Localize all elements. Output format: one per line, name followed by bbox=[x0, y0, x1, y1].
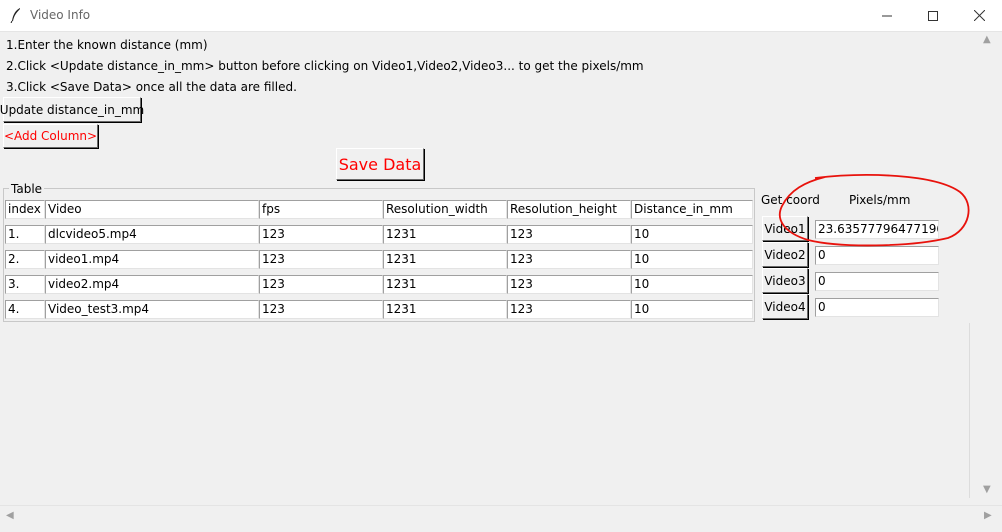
header-fps[interactable]: fps bbox=[259, 200, 383, 219]
feather-icon bbox=[10, 8, 20, 23]
row-2-res-height[interactable]: 123 bbox=[507, 250, 631, 269]
row-2-index[interactable]: 2. bbox=[5, 250, 45, 269]
scroll-left-icon[interactable]: ◀ bbox=[6, 510, 14, 521]
row-2-fps[interactable]: 123 bbox=[259, 250, 383, 269]
scroll-up-icon[interactable]: ▲ bbox=[983, 34, 991, 45]
minimize-icon bbox=[882, 15, 892, 16]
row-3-index[interactable]: 3. bbox=[5, 275, 45, 294]
horizontal-scrollbar[interactable]: ◀ ▶ bbox=[0, 505, 1002, 527]
row-1-distance[interactable]: 10 bbox=[631, 225, 753, 244]
save-data-button[interactable]: Save Data bbox=[336, 148, 424, 180]
scroll-right-icon[interactable]: ▶ bbox=[984, 510, 992, 521]
row-1-res-height[interactable]: 123 bbox=[507, 225, 631, 244]
maximize-icon bbox=[928, 10, 938, 21]
red-annotation-circle bbox=[778, 174, 970, 247]
window-title: Video Info bbox=[30, 8, 91, 22]
row-4-res-height[interactable]: 123 bbox=[507, 300, 631, 319]
add-column-button[interactable]: <Add Column> bbox=[3, 124, 98, 148]
row-2-video[interactable]: video1.mp4 bbox=[45, 250, 259, 269]
row-3-distance[interactable]: 10 bbox=[631, 275, 753, 294]
row-4-distance[interactable]: 10 bbox=[631, 300, 753, 319]
row-1-index[interactable]: 1. bbox=[5, 225, 45, 244]
header-resolution-width[interactable]: Resolution_width bbox=[383, 200, 507, 219]
table-group-label: Table bbox=[9, 182, 45, 196]
row-1-res-width[interactable]: 1231 bbox=[383, 225, 507, 244]
header-resolution-height[interactable]: Resolution_height bbox=[507, 200, 631, 219]
scroll-down-icon[interactable]: ▼ bbox=[983, 484, 991, 495]
row-4-video[interactable]: Video_test3.mp4 bbox=[45, 300, 259, 319]
panel-divider bbox=[969, 323, 970, 498]
video4-pixels-field[interactable]: 0 bbox=[815, 298, 939, 317]
row-1-video[interactable]: dlcvideo5.mp4 bbox=[45, 225, 259, 244]
header-distance[interactable]: Distance_in_mm bbox=[631, 200, 753, 219]
row-2-res-width[interactable]: 1231 bbox=[383, 250, 507, 269]
instruction-3: 3.Click <Save Data> once all the data ar… bbox=[6, 80, 297, 94]
maximize-button[interactable] bbox=[910, 0, 956, 31]
update-distance-button[interactable]: Update distance_in_mm bbox=[0, 97, 144, 122]
video4-button[interactable]: Video4 bbox=[762, 294, 808, 319]
vertical-scrollbar[interactable]: ▲ ▼ bbox=[978, 32, 997, 498]
row-4-res-width[interactable]: 1231 bbox=[383, 300, 507, 319]
close-icon bbox=[973, 10, 985, 21]
row-3-video[interactable]: video2.mp4 bbox=[45, 275, 259, 294]
minimize-button[interactable] bbox=[864, 0, 910, 31]
row-3-res-width[interactable]: 1231 bbox=[383, 275, 507, 294]
row-2-distance[interactable]: 10 bbox=[631, 250, 753, 269]
row-1-fps[interactable]: 123 bbox=[259, 225, 383, 244]
row-3-res-height[interactable]: 123 bbox=[507, 275, 631, 294]
video3-pixels-field[interactable]: 0 bbox=[815, 272, 939, 291]
instruction-2: 2.Click <Update distance_in_mm> button b… bbox=[6, 59, 644, 73]
row-4-index[interactable]: 4. bbox=[5, 300, 45, 319]
row-3-fps[interactable]: 123 bbox=[259, 275, 383, 294]
header-index[interactable]: index bbox=[5, 200, 45, 219]
header-video[interactable]: Video bbox=[45, 200, 259, 219]
title-bar bbox=[0, 0, 1002, 32]
close-button[interactable] bbox=[956, 0, 1002, 31]
video3-button[interactable]: Video3 bbox=[762, 268, 808, 293]
instruction-1: 1.Enter the known distance (mm) bbox=[6, 38, 208, 52]
row-4-fps[interactable]: 123 bbox=[259, 300, 383, 319]
